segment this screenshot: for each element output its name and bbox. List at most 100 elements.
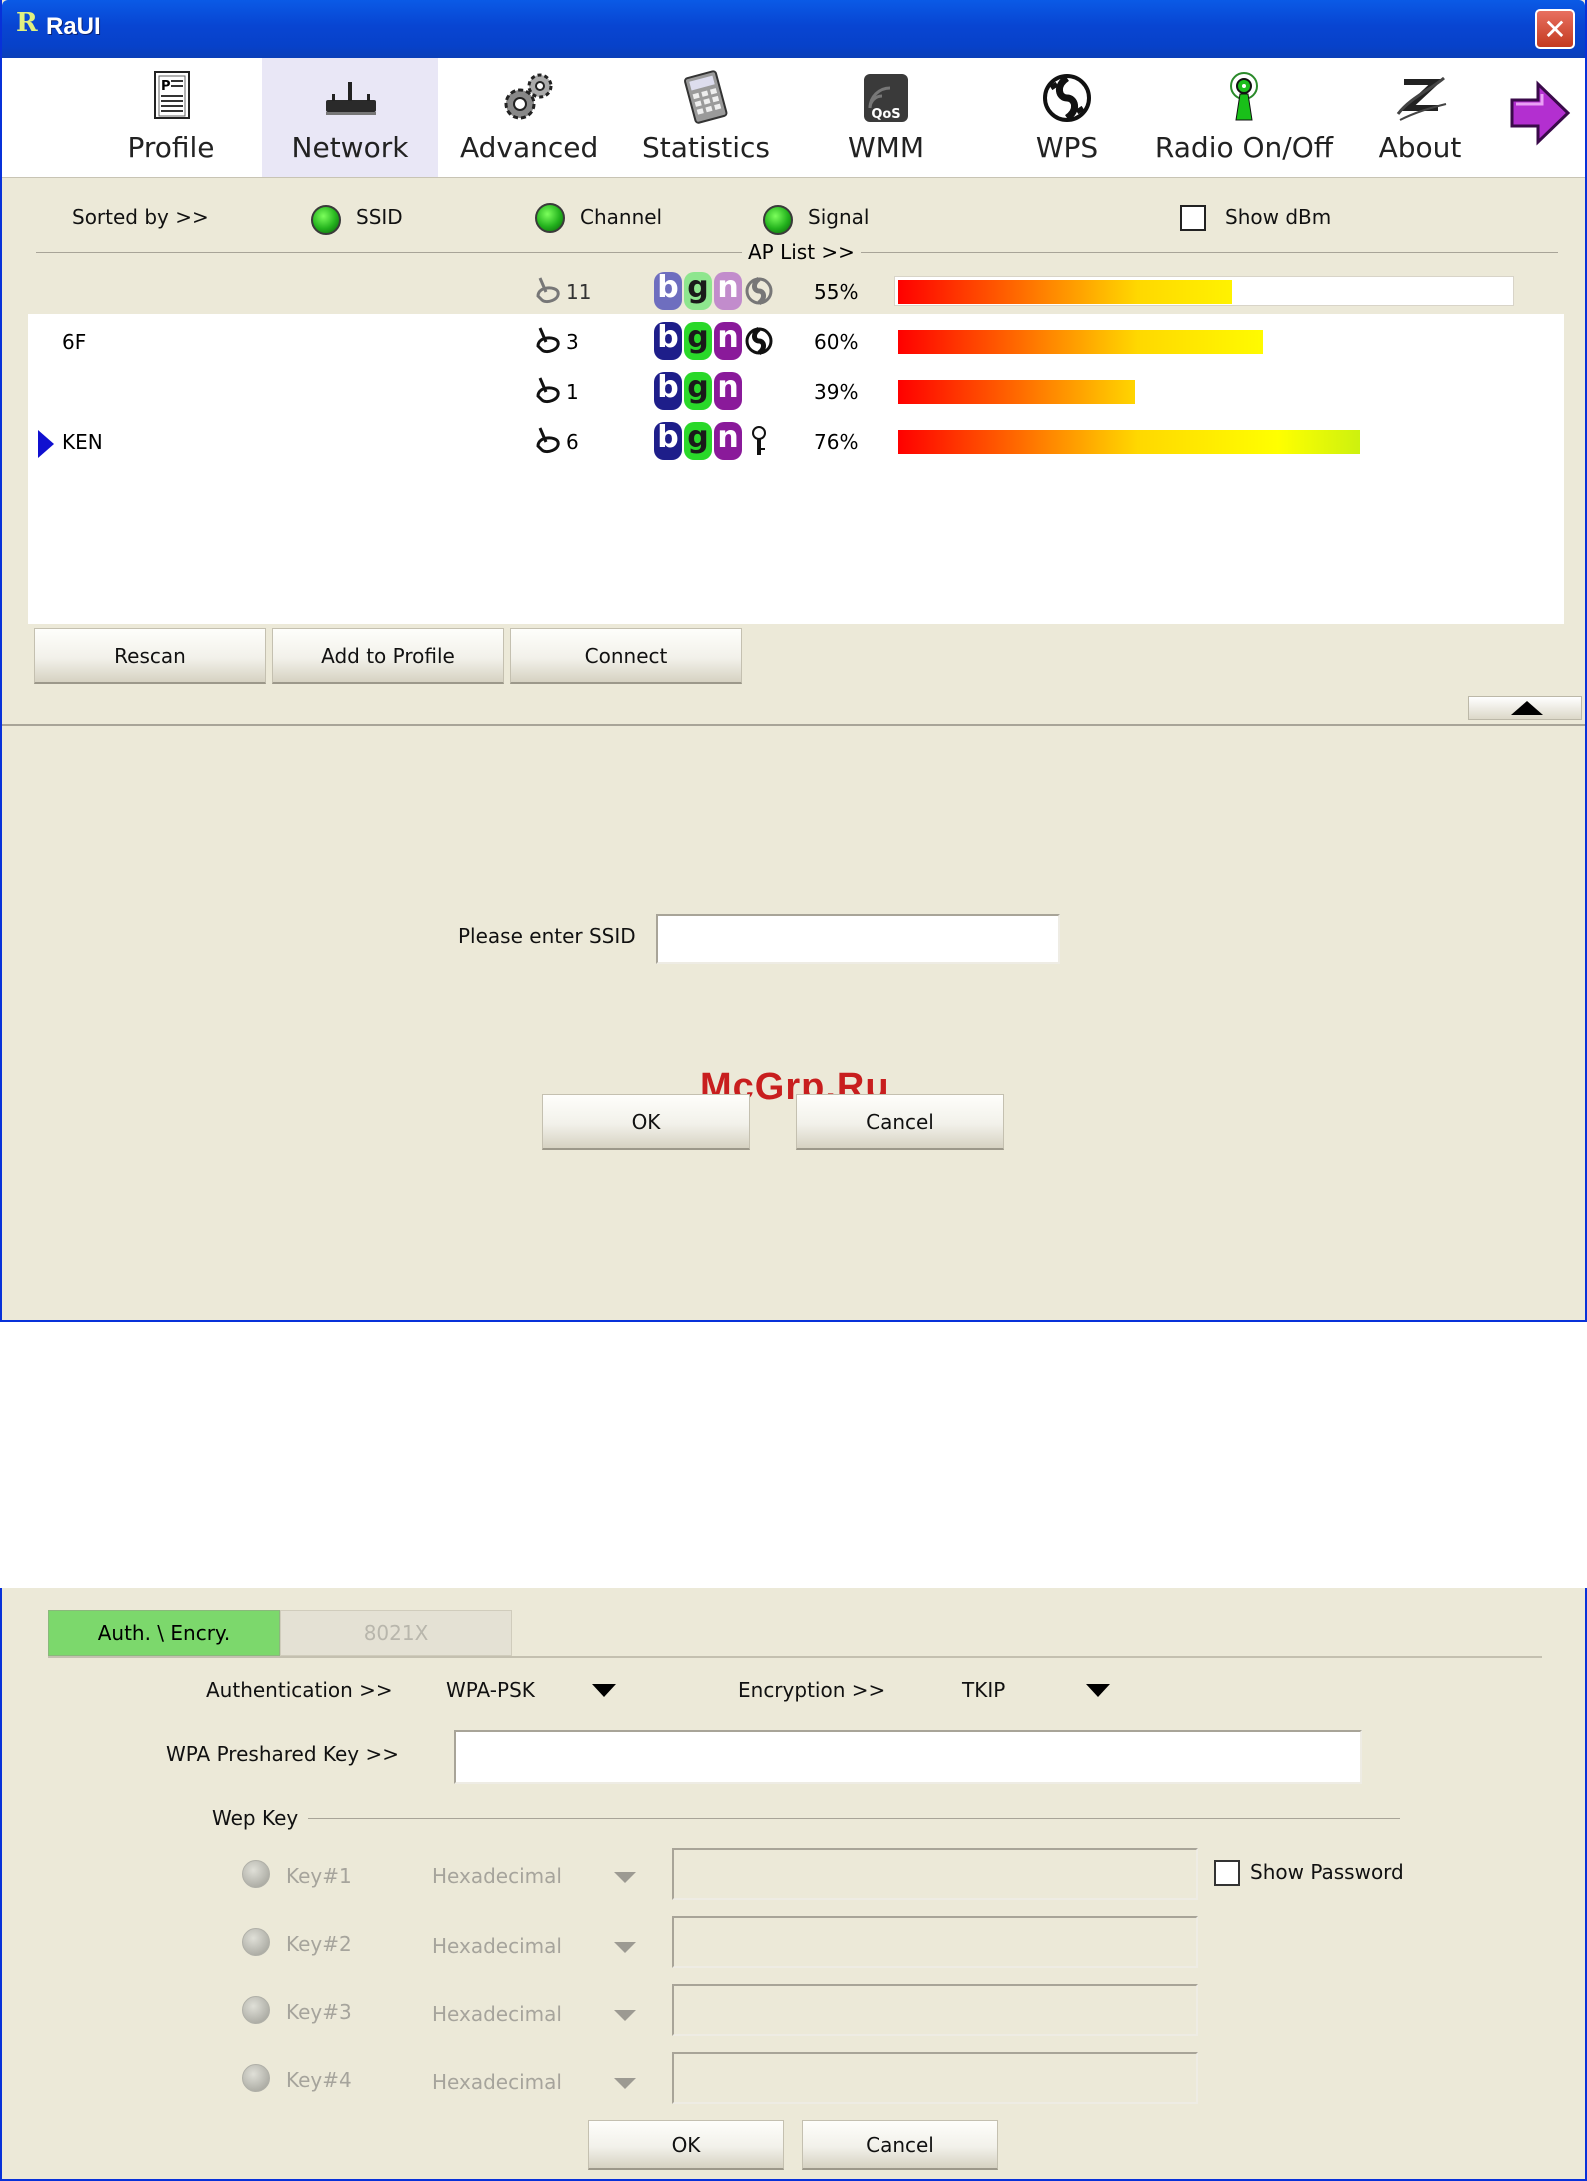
sort-ssid-radio[interactable] — [311, 205, 341, 235]
sort-signal-radio[interactable] — [763, 205, 793, 235]
rescan-button[interactable]: Rescan — [34, 628, 266, 684]
ap-ssid: 6F — [62, 330, 87, 354]
wpa-psk-input[interactable] — [454, 1730, 1362, 1784]
key2-radio[interactable] — [242, 1928, 270, 1956]
title-bar: R RaUI ✕ — [2, 0, 1585, 58]
cancel-button[interactable]: Cancel — [796, 1094, 1004, 1150]
security-ok-button[interactable]: OK — [588, 2120, 784, 2170]
wps-icon — [745, 276, 773, 306]
key4-format-select[interactable]: Hexadecimal — [430, 2060, 640, 2100]
mode-n-badge: n — [714, 322, 742, 360]
collapse-arrow-icon[interactable] — [1468, 696, 1582, 720]
toolbar-wmm-label: WMM — [847, 131, 924, 164]
encryption-select[interactable]: TKIP — [958, 1668, 1128, 1712]
sort-channel-label: Channel — [580, 205, 663, 229]
mode-g-badge: g — [684, 372, 712, 410]
encryption-value: TKIP — [962, 1678, 1006, 1702]
ap-ssid: KEN — [62, 430, 103, 454]
chevron-down-icon — [614, 2078, 636, 2089]
svg-text:QoS: QoS — [871, 107, 900, 122]
close-button[interactable]: ✕ — [1535, 9, 1575, 49]
connect-button[interactable]: Connect — [510, 628, 742, 684]
profile-icon: P — [154, 71, 190, 119]
toolbar-wmm[interactable]: QoS WMM — [818, 58, 954, 177]
key3-format-select[interactable]: Hexadecimal — [430, 1992, 640, 2032]
enter-ssid-label: Please enter SSID — [458, 924, 636, 948]
radio-antenna-icon — [1230, 72, 1258, 121]
signal-bar — [898, 330, 1263, 354]
toolbar-advanced[interactable]: Advanced — [460, 58, 598, 177]
mode-g-badge: g — [684, 322, 712, 360]
sort-ssid-label: SSID — [356, 205, 403, 229]
key3-format: Hexadecimal — [432, 2002, 562, 2026]
toolbar-network[interactable]: Network — [262, 58, 438, 177]
key-icon — [752, 426, 766, 455]
key4-input[interactable] — [672, 2052, 1198, 2104]
tab-divider — [48, 1656, 1542, 1658]
key2-format-select[interactable]: Hexadecimal — [430, 1924, 640, 1964]
wpa-psk-label: WPA Preshared Key >> — [166, 1742, 400, 1766]
channel-icon — [536, 427, 560, 454]
tab-auth-encry[interactable]: Auth. \ Encry. — [48, 1610, 280, 1656]
key1-input[interactable] — [672, 1848, 1198, 1900]
key2-input[interactable] — [672, 1916, 1198, 1968]
ap-row[interactable]: 1 b g n 39% — [28, 366, 1564, 414]
ap-row[interactable]: 11 b g n 55% — [28, 266, 1564, 314]
show-dbm-label: Show dBm — [1225, 205, 1332, 229]
security-cancel-button[interactable]: Cancel — [802, 2120, 998, 2170]
toolbar-wps-label: WPS — [1035, 131, 1099, 164]
signal-bar — [898, 280, 1232, 304]
add-to-profile-button[interactable]: Add to Profile — [272, 628, 504, 684]
close-icon: ✕ — [1543, 12, 1567, 46]
authentication-label: Authentication >> — [206, 1678, 393, 1702]
ok-button[interactable]: OK — [542, 1094, 750, 1150]
toolbar-statistics[interactable]: Statistics — [638, 58, 774, 177]
ap-row[interactable]: KEN 6 b g n 76% — [28, 416, 1564, 464]
key3-radio[interactable] — [242, 1996, 270, 2024]
ap-channel: 1 — [566, 380, 579, 404]
chevron-down-icon — [614, 2010, 636, 2021]
toolbar-radio-label: Radio On/Off — [1154, 131, 1334, 164]
authentication-select[interactable]: WPA-PSK — [442, 1668, 632, 1712]
toolbar-network-label: Network — [291, 131, 409, 164]
toolbar-statistics-label: Statistics — [642, 131, 770, 164]
key2-label: Key#2 — [286, 1932, 352, 1956]
authentication-value: WPA-PSK — [446, 1678, 535, 1702]
encryption-label: Encryption >> — [738, 1678, 886, 1702]
sort-channel-radio[interactable] — [535, 203, 565, 233]
ap-signal-percent: 76% — [814, 430, 859, 454]
toolbar-about[interactable]: About — [1372, 58, 1468, 177]
key1-radio[interactable] — [242, 1860, 270, 1888]
tab-8021x[interactable]: 8021X — [280, 1610, 512, 1656]
chevron-down-icon — [592, 1684, 616, 1697]
key4-radio[interactable] — [242, 2064, 270, 2092]
chevron-down-icon — [614, 1942, 636, 1953]
ap-row[interactable]: 6F 3 b g n 60% — [28, 316, 1564, 364]
key3-input[interactable] — [672, 1984, 1198, 2036]
show-dbm-checkbox[interactable] — [1180, 205, 1206, 231]
toolbar-wps[interactable]: WPS — [1004, 58, 1130, 177]
mode-b-badge: b — [654, 322, 682, 360]
mode-g-badge: g — [684, 422, 712, 460]
wmm-qos-icon: QoS — [864, 74, 908, 122]
channel-icon — [536, 277, 560, 304]
show-password-checkbox[interactable] — [1214, 1860, 1240, 1886]
mode-n-badge: n — [714, 272, 742, 310]
key1-format-select[interactable]: Hexadecimal — [430, 1856, 640, 1896]
ap-list-title: AP List >> — [742, 240, 861, 264]
ap-list[interactable]: 11 b g n 55% 6F 3 b g n 60% 1 b g n 39% … — [28, 266, 1564, 624]
advanced-gears-icon — [504, 73, 553, 120]
ssid-input[interactable] — [656, 914, 1060, 964]
key4-label: Key#4 — [286, 2068, 352, 2092]
toolbar-profile[interactable]: P Profile — [108, 58, 234, 177]
channel-icon — [536, 377, 560, 404]
toolbar-radio-on-off[interactable]: Radio On/Off — [1146, 58, 1342, 177]
wep-key-label: Wep Key — [212, 1806, 299, 1830]
next-arrow-icon[interactable] — [1508, 78, 1572, 148]
sort-signal-label: Signal — [808, 205, 870, 229]
ap-channel: 11 — [566, 280, 592, 304]
mode-n-badge: n — [714, 422, 742, 460]
ap-channel: 3 — [566, 330, 579, 354]
security-panel: Auth. \ Encry. 8021X Authentication >> W… — [0, 1588, 1587, 2181]
key1-format: Hexadecimal — [432, 1864, 562, 1888]
